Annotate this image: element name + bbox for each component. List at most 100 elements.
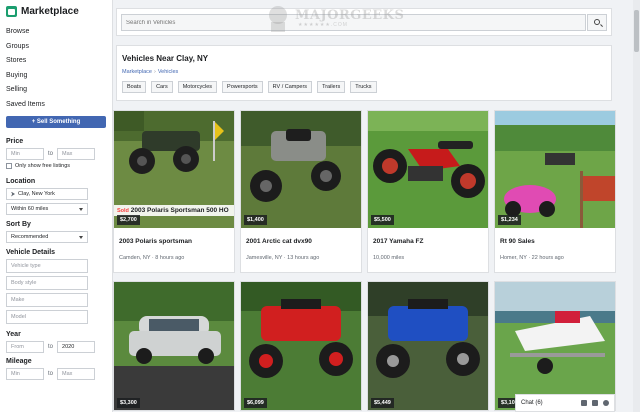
chevron-down-icon — [79, 235, 83, 239]
price-badge: $2,700 — [117, 215, 140, 225]
group-icon[interactable] — [592, 400, 598, 406]
compose-icon[interactable] — [581, 400, 587, 406]
price-min-input[interactable]: Min — [6, 148, 44, 160]
nav-browse[interactable]: Browse — [6, 25, 106, 40]
radius-select[interactable]: Within 60 miles — [6, 203, 88, 215]
listing-card[interactable]: $3,100 — [494, 281, 616, 411]
breadcrumb: Marketplace › Vehicles — [122, 69, 606, 75]
price-to-label: to — [48, 151, 54, 157]
listing-card[interactable]: $3,300 — [113, 281, 235, 411]
listing-photo[interactable]: $1,234 — [495, 111, 615, 228]
listing-card[interactable]: $1,234 Rt 90 Sales Homer, NY · 22 hours … — [494, 110, 616, 273]
breadcrumb-vehicles[interactable]: Vehicles — [158, 69, 179, 75]
year-title: Year — [6, 331, 21, 338]
nav-selling[interactable]: Selling — [6, 83, 106, 98]
nav-stores[interactable]: Stores — [6, 54, 106, 69]
sort-value: Recommended — [11, 234, 49, 240]
search-icon — [594, 19, 600, 25]
price-badge: $3,300 — [117, 398, 140, 408]
sidebar: Marketplace Browse Groups Stores Buying … — [0, 0, 113, 412]
free-listings-toggle[interactable]: Only show free listings — [6, 163, 106, 169]
page-title: Vehicles Near Clay, NY — [122, 54, 209, 63]
chip-trailers[interactable]: Trailers — [317, 81, 346, 93]
chip-trucks[interactable]: Trucks — [350, 81, 377, 93]
listing-card[interactable]: $5,500 2017 Yamaha FZ 10,000 miles — [367, 110, 489, 273]
listing-photo[interactable]: $1,400 — [241, 111, 361, 228]
make-input[interactable]: Make — [6, 293, 88, 307]
nav-groups[interactable]: Groups — [6, 40, 106, 55]
listing-title[interactable]: Rt 90 Sales — [495, 228, 615, 245]
listing-title[interactable]: 2001 Arctic cat dvx90 — [241, 228, 361, 245]
kids-atv-photo — [495, 111, 615, 228]
breadcrumb-separator: › — [153, 69, 156, 75]
chevron-down-icon — [79, 207, 83, 211]
sold-tag: Sold — [117, 208, 129, 214]
vehicle-type-input[interactable]: Vehicle type — [6, 259, 88, 273]
nav-saved-items[interactable]: Saved Items — [6, 98, 106, 113]
listing-photo[interactable]: Sold 2003 Polaris Sportsman 500 HO $2,70… — [114, 111, 234, 228]
chip-motorcycles[interactable]: Motorcycles — [177, 81, 218, 93]
listing-photo[interactable]: $3,300 — [114, 282, 234, 410]
brand[interactable]: Marketplace — [6, 6, 106, 17]
listing-card[interactable]: $6,099 — [240, 281, 362, 411]
listing-grid: Sold 2003 Polaris Sportsman 500 HO $2,70… — [113, 110, 616, 411]
gear-icon[interactable] — [603, 400, 609, 406]
price-badge: $5,500 — [371, 215, 394, 225]
location-input[interactable]: Clay, New York — [6, 188, 88, 200]
brand-title: Marketplace — [21, 6, 79, 17]
listing-photo[interactable]: $3,100 — [495, 282, 615, 410]
chip-boats[interactable]: Boats — [122, 81, 147, 93]
car-photo — [114, 282, 234, 410]
listing-meta: 10,000 miles — [373, 255, 405, 261]
listing-card[interactable]: $1,400 2001 Arctic cat dvx90 Jamesville,… — [240, 110, 362, 273]
radius-value: Within 60 miles — [11, 206, 49, 212]
watermark-stars: ★★★★★★.COM — [298, 22, 348, 28]
chat-bar[interactable]: Chat (6) — [515, 394, 615, 412]
nav-buying[interactable]: Buying — [6, 69, 106, 84]
sell-something-button[interactable]: + Sell Something — [6, 116, 106, 128]
price-max-input[interactable]: Max — [57, 148, 96, 160]
mileage-title: Mileage — [6, 358, 32, 365]
model-input[interactable]: Model — [6, 310, 88, 324]
location-title: Location — [6, 178, 36, 185]
price-badge: $1,400 — [244, 215, 267, 225]
chip-cars[interactable]: Cars — [151, 81, 173, 93]
listing-card[interactable]: $5,449 — [367, 281, 489, 411]
category-chips: Boats Cars Motorcycles Powersports RV / … — [122, 81, 606, 93]
mileage-min-input[interactable]: Min — [6, 368, 44, 380]
atv-photo — [368, 282, 488, 410]
sort-select[interactable]: Recommended — [6, 231, 88, 243]
listing-photo[interactable]: $5,500 — [368, 111, 488, 228]
listing-title[interactable]: 2003 Polaris sportsman — [114, 228, 234, 245]
year-from-input[interactable]: From — [6, 341, 44, 353]
chip-rv-campers[interactable]: RV / Campers — [267, 81, 313, 93]
scrollbar-thumb[interactable] — [634, 10, 639, 52]
listing-meta: Camden, NY · 8 hours ago — [119, 255, 185, 261]
search-button[interactable] — [587, 14, 607, 31]
sort-title: Sort By — [6, 221, 31, 228]
page-scrollbar[interactable] — [633, 0, 640, 412]
atv-photo — [241, 111, 361, 228]
body-style-input[interactable]: Body style — [6, 276, 88, 290]
mileage-to-label: to — [48, 371, 54, 377]
chat-label[interactable]: Chat (6) — [521, 400, 576, 406]
free-listings-checkbox[interactable] — [6, 163, 12, 169]
jetski-photo — [495, 282, 615, 410]
chip-powersports[interactable]: Powersports — [222, 81, 263, 93]
listing-card[interactable]: Sold 2003 Polaris Sportsman 500 HO $2,70… — [113, 110, 235, 273]
vehicle-details-title: Vehicle Details — [6, 249, 56, 256]
year-to-input[interactable]: 2020 — [57, 341, 96, 353]
category-header: Vehicles Near Clay, NY Marketplace › Vehic… — [116, 45, 612, 101]
watermark-icon — [269, 6, 287, 32]
motorcycle-photo — [368, 111, 488, 228]
mileage-max-input[interactable]: Max — [57, 368, 96, 380]
listing-photo[interactable]: $5,449 — [368, 282, 488, 410]
breadcrumb-marketplace[interactable]: Marketplace — [122, 69, 152, 75]
price-badge: $5,449 — [371, 398, 394, 408]
listing-title[interactable]: 2017 Yamaha FZ — [368, 228, 488, 245]
watermark-logo: MAJORGEEKS ★★★★★★.COM — [260, 2, 404, 34]
listing-meta: Homer, NY · 22 hours ago — [500, 255, 564, 261]
watermark-text: MAJORGEEKS — [295, 8, 405, 23]
price-title: Price — [6, 138, 24, 145]
listing-photo[interactable]: $6,099 — [241, 282, 361, 410]
